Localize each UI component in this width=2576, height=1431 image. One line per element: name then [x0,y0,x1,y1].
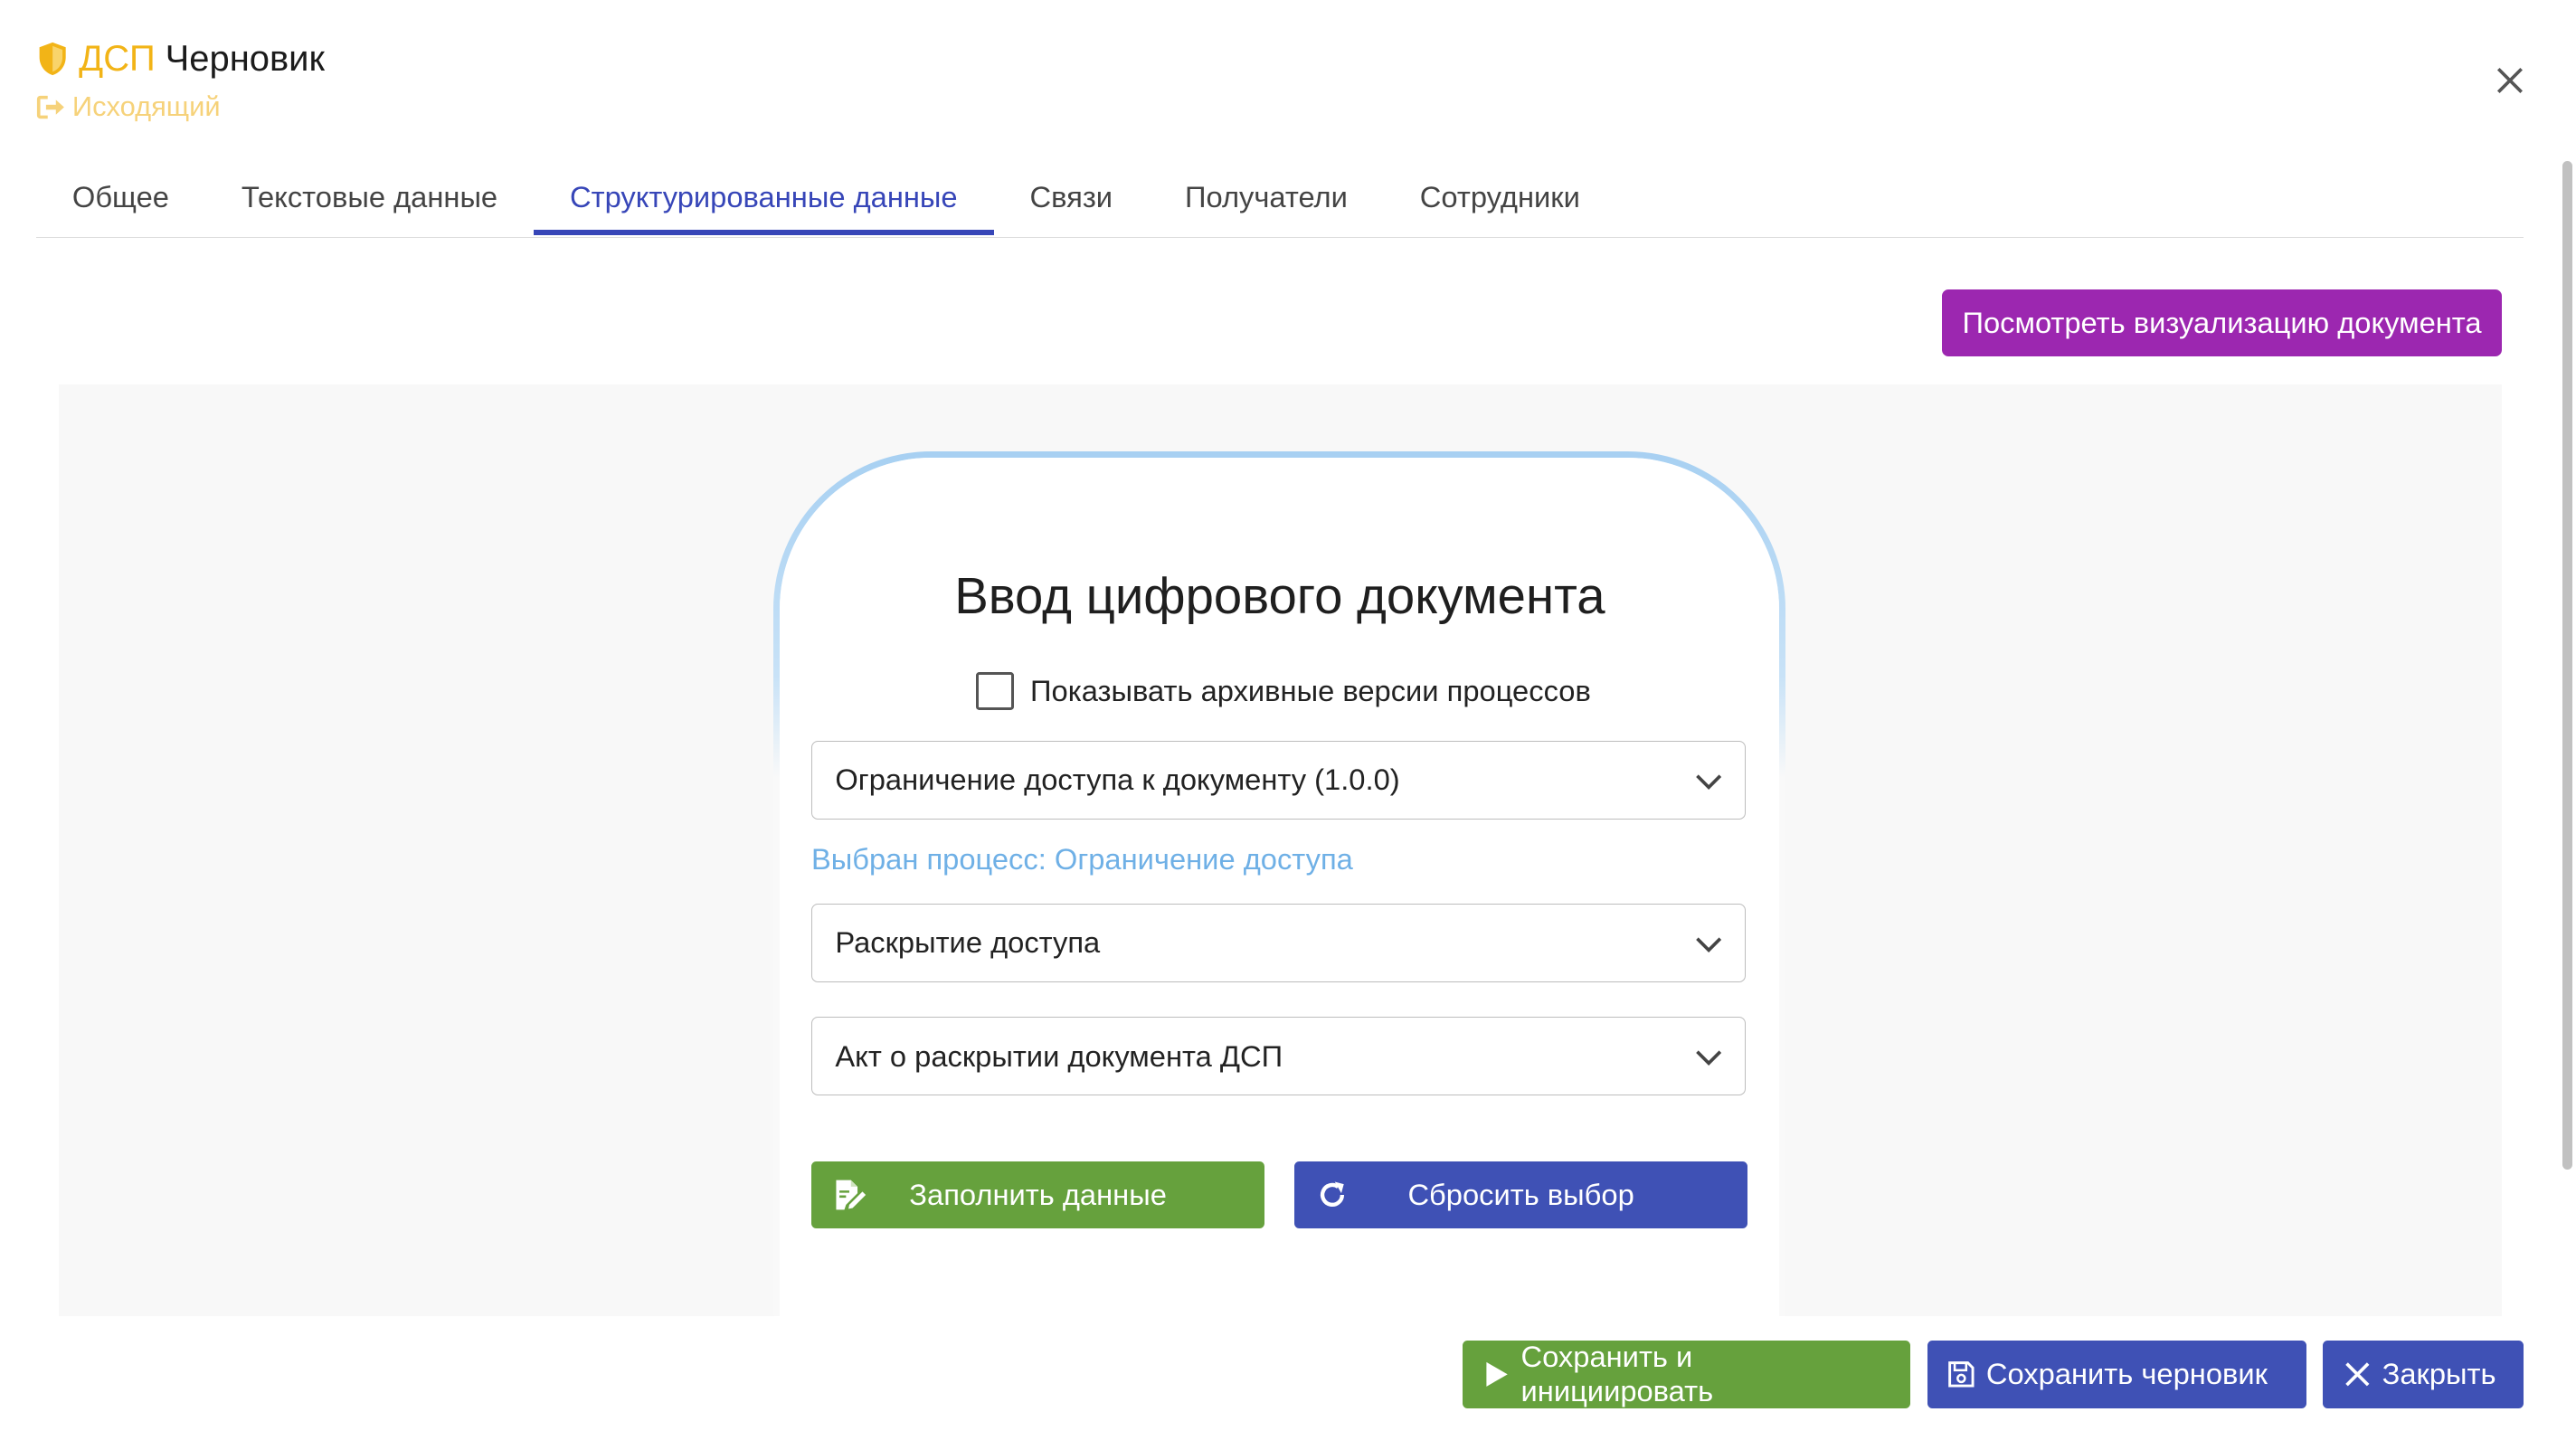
chevron-down-icon [1696,774,1722,791]
tab-text-data[interactable]: Текстовые данные [205,161,534,233]
chevron-down-icon [1696,937,1722,953]
tab-structured-data[interactable]: Структурированные данные [534,161,994,235]
document-type-select[interactable]: Акт о раскрытии документа ДСП [810,1016,1747,1096]
close-icon [2345,1362,2370,1387]
document-direction: Исходящий [36,89,221,125]
fill-data-button[interactable]: Заполнить данные [810,1161,1265,1229]
tab-general[interactable]: Общее [36,161,205,233]
selected-process-note: Выбран процесс: Ограничение доступа [810,842,1353,877]
reset-selection-label: Сбросить выбор [1407,1178,1634,1212]
refresh-icon [1320,1181,1344,1208]
show-archived-checkbox[interactable] [975,671,1014,710]
digital-document-card: Ввод цифрового документа Показывать архи… [773,451,1785,1316]
card-body: Ввод цифрового документа Показывать архи… [780,458,1780,1316]
direction-label: Исходящий [71,90,221,123]
structured-data-panel: Ввод цифрового документа Показывать архи… [59,384,2503,1316]
subprocess-select[interactable]: Раскрытие доступа [810,903,1747,982]
save-draft-label: Сохранить черновик [1985,1357,2268,1391]
reset-selection-button[interactable]: Сбросить выбор [1293,1161,1748,1229]
shield-icon [39,43,66,76]
process-select[interactable]: Ограничение доступа к документу (1.0.0) [810,740,1747,820]
document-status: Черновик [165,38,325,79]
floppy-disk-icon [1948,1361,1975,1388]
close-button[interactable]: Закрыть [2323,1341,2524,1408]
tab-bar: Общее Текстовые данные Структурированные… [35,161,2524,238]
play-icon [1486,1361,1509,1387]
tab-links[interactable]: Связи [994,161,1149,233]
scrollbar-thumb[interactable] [2562,160,2573,1170]
fill-data-label: Заполнить данные [909,1178,1167,1212]
show-archived-row: Показывать архивные версии процессов [975,671,1591,710]
classification-tag: ДСП [79,38,156,79]
close-label: Закрыть [2382,1357,2496,1391]
tab-recipients[interactable]: Получатели [1149,161,1384,233]
document-dialog: ДСП Черновик Исходящий Общее Текстовые д… [0,0,2576,1431]
sign-out-icon [36,95,64,118]
chevron-down-icon [1696,1050,1722,1066]
show-archived-label: Показывать архивные версии процессов [1030,673,1591,707]
edit-document-icon [836,1180,866,1210]
document-type-select-value: Акт о раскрытии документа ДСП [835,1038,1283,1073]
card-title: Ввод цифрового документа [954,567,1605,625]
close-icon[interactable] [2492,62,2528,99]
view-visualization-button[interactable]: Посмотреть визуализацию документа [1941,289,2503,357]
save-and-initiate-button[interactable]: Сохранить и инициировать [1462,1340,1911,1408]
save-draft-button[interactable]: Сохранить черновик [1927,1341,2307,1408]
tab-employees[interactable]: Сотрудники [1384,161,1616,233]
document-title: ДСП Черновик [36,36,325,82]
process-select-value: Ограничение доступа к документу (1.0.0) [835,763,1400,797]
save-and-initiate-label: Сохранить и инициировать [1520,1340,1714,1408]
subprocess-select-value: Раскрытие доступа [835,925,1101,960]
